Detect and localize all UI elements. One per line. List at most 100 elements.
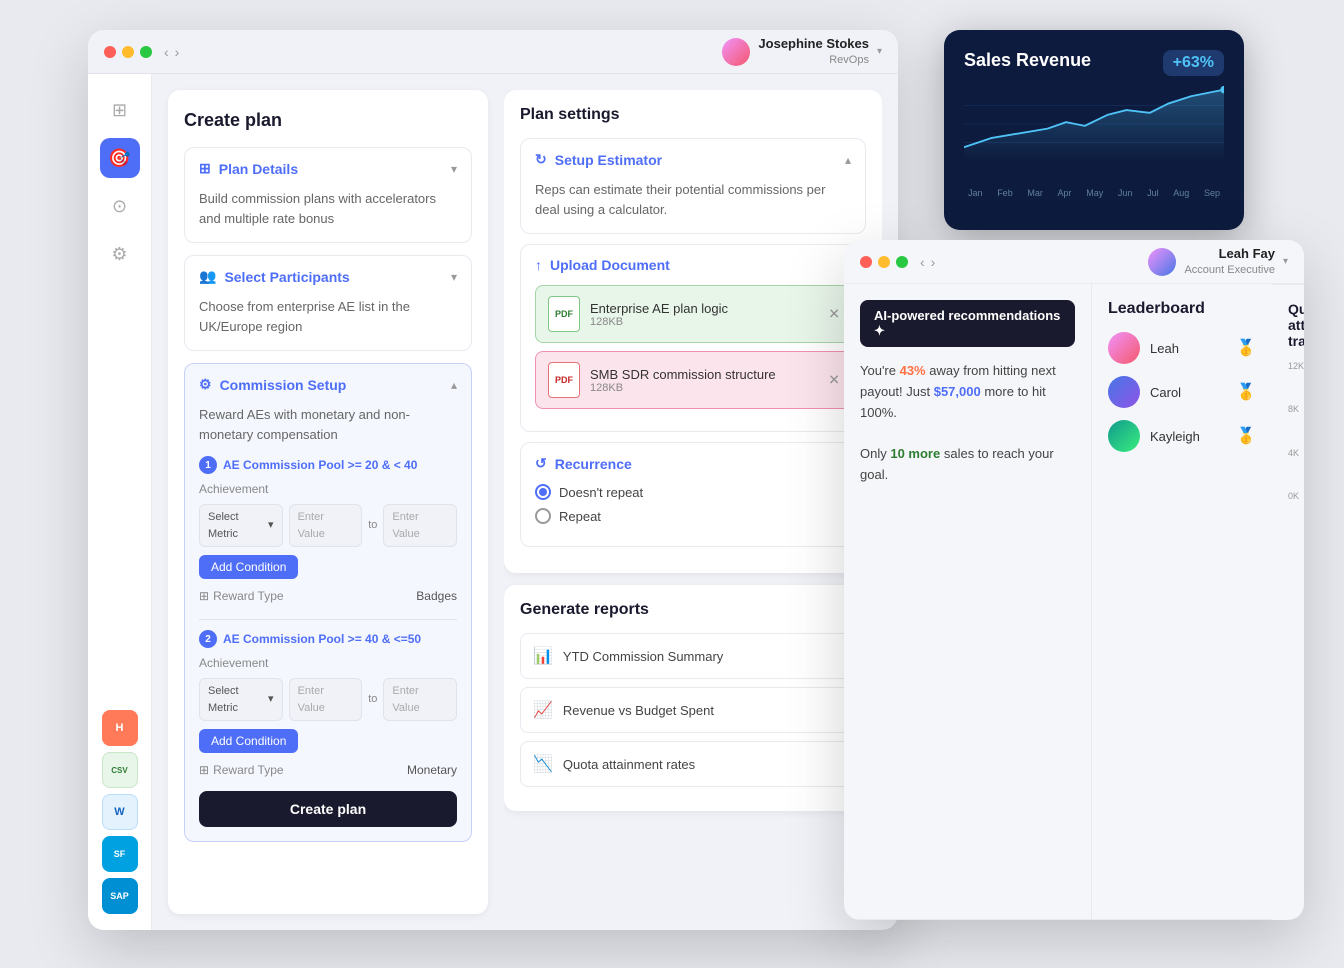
- month-jan: Jan: [968, 188, 983, 198]
- upload-header[interactable]: ↑ Upload Document ▴: [521, 245, 865, 285]
- enter-value-1b[interactable]: Enter Value: [383, 504, 457, 547]
- revenue-badge: +63%: [1163, 50, 1224, 76]
- lb-main: AI-powered recommendations ✦ You're 43% …: [844, 284, 1304, 920]
- lb-user-info: Leah Fay Account Executive ▾: [1148, 246, 1288, 277]
- estimator-body: Reps can estimate their potential commis…: [521, 180, 865, 233]
- upload-title: ↑ Upload Document: [535, 257, 670, 273]
- commission-title: ⚙ Commission Setup: [199, 376, 346, 393]
- lb-forward-icon[interactable]: ›: [931, 254, 936, 270]
- quota-title: Quota attainment tracker: [1288, 301, 1304, 349]
- report-revenue-label: Revenue vs Budget Spent: [563, 703, 714, 718]
- radio-doesnt-repeat-circle: [535, 484, 551, 500]
- file-size-2: 128KB: [590, 382, 776, 394]
- month-feb: Feb: [997, 188, 1013, 198]
- month-jun: Jun: [1118, 188, 1133, 198]
- enter-value-1a[interactable]: Enter Value: [289, 504, 363, 547]
- create-plan-button[interactable]: Create plan: [199, 791, 457, 827]
- accordion-plan-details: ⊞ Plan Details ▾ Build commission plans …: [184, 147, 472, 243]
- integration-hubspot[interactable]: H: [102, 710, 138, 746]
- recurrence-icon: ↺: [535, 455, 547, 472]
- recurrence-body: Doesn't repeat Repeat: [521, 484, 865, 546]
- back-arrow-icon[interactable]: ‹: [164, 44, 169, 60]
- recurrence-section: ↺ Recurrence ▴ Doesn't re: [520, 442, 866, 547]
- report-quota[interactable]: 📉 Quota attainment rates: [520, 741, 866, 787]
- remove-file-2-button[interactable]: ✕: [828, 372, 840, 389]
- upload-info-1: Enterprise AE plan logic 128KB: [590, 301, 728, 328]
- reward-left-2: ⊞ Reward Type: [199, 761, 284, 779]
- lb-minimize-button[interactable]: [878, 256, 890, 268]
- metric-select-1[interactable]: Select Metric ▾: [199, 504, 283, 547]
- sidebar-item-camera[interactable]: ⊙: [100, 186, 140, 226]
- lb-close-button[interactable]: [860, 256, 872, 268]
- remove-file-1-button[interactable]: ✕: [828, 306, 840, 323]
- to-label-1: to: [368, 517, 377, 534]
- report-revenue[interactable]: 📈 Revenue vs Budget Spent: [520, 687, 866, 733]
- sidebar-item-settings[interactable]: ⚙: [100, 234, 140, 274]
- chevron-down-icon: ▾: [877, 46, 882, 57]
- reward-value-2: Monetary: [407, 761, 457, 779]
- leaderboard-window: ‹ › Leah Fay Account Executive ▾ AI-powe…: [844, 240, 1304, 920]
- radio-repeat[interactable]: Repeat: [535, 508, 851, 524]
- radio-doesnt-repeat-label: Doesn't repeat: [559, 485, 643, 500]
- pdf-icon-2: PDF: [548, 362, 580, 398]
- minimize-button[interactable]: [122, 46, 134, 58]
- chart-labels: Jan Feb Mar Apr May Jun Jul Aug Sep: [964, 188, 1224, 198]
- close-button[interactable]: [104, 46, 116, 58]
- plan-details-body: Build commission plans with accelerators…: [185, 189, 471, 242]
- maximize-button[interactable]: [140, 46, 152, 58]
- lb-item-kayleigh: Kayleigh 🥇: [1108, 420, 1256, 452]
- forward-arrow-icon[interactable]: ›: [175, 44, 180, 60]
- left-panel: Create plan ⊞ Plan Details ▾ Build commi…: [168, 90, 488, 914]
- plan-details-chevron: ▾: [451, 162, 457, 176]
- commission-header[interactable]: ⚙ Commission Setup ▴: [185, 364, 471, 405]
- lb-item-carol: Carol 🥇: [1108, 376, 1256, 408]
- lb-avatar-kayleigh: [1108, 420, 1140, 452]
- lb-back-icon[interactable]: ‹: [920, 254, 925, 270]
- user-name: Josephine Stokes: [758, 36, 869, 53]
- add-condition-1-button[interactable]: Add Condition: [199, 555, 298, 579]
- sidebar-item-grid[interactable]: ⊞: [100, 90, 140, 130]
- enter-value-2b[interactable]: Enter Value: [383, 678, 457, 721]
- integration-salesforce[interactable]: SF: [102, 836, 138, 872]
- user-info: Josephine Stokes RevOps ▾: [722, 36, 882, 67]
- file-name-2: SMB SDR commission structure: [590, 367, 776, 382]
- ai-text: You're 43% away from hitting next payout…: [860, 361, 1075, 486]
- upload-document-section: ↑ Upload Document ▴ PDF Enterprise AE pl…: [520, 244, 866, 432]
- lb-user-name-block: Leah Fay Account Executive: [1184, 246, 1275, 277]
- avatar: [722, 38, 750, 66]
- metric-select-2[interactable]: Select Metric ▾: [199, 678, 283, 721]
- sidebar-integrations: H CSV W SF SAP: [102, 710, 138, 914]
- right-panel: Plan settings ↻ Setup Estimator ▴: [504, 90, 882, 914]
- lb-avatar-carol: [1108, 376, 1140, 408]
- commission-icon: ⚙: [199, 376, 212, 393]
- estimator-chevron: ▴: [845, 153, 851, 167]
- enter-value-2a[interactable]: Enter Value: [289, 678, 363, 721]
- ai-highlight-43: 43%: [900, 363, 926, 378]
- sidebar-item-target[interactable]: 🎯: [100, 138, 140, 178]
- reward-row-2: ⊞ Reward Type Monetary: [199, 761, 457, 779]
- titlebar: ‹ › Josephine Stokes RevOps ▾: [88, 30, 898, 74]
- participants-title: 👥 Select Participants: [199, 268, 350, 285]
- reward-value-1: Badges: [416, 587, 457, 605]
- integration-word[interactable]: W: [102, 794, 138, 830]
- accordion-participants: 👥 Select Participants ▾ Choose from ente…: [184, 255, 472, 351]
- lb-nav-arrows: ‹ ›: [920, 254, 935, 270]
- reward-row-1: ⊞ Reward Type Badges: [199, 587, 457, 605]
- integration-sap[interactable]: SAP: [102, 878, 138, 914]
- plan-details-header[interactable]: ⊞ Plan Details ▾: [185, 148, 471, 189]
- y-label-4k: 4K: [1288, 448, 1304, 458]
- lb-avatar: [1148, 248, 1176, 276]
- report-ytd[interactable]: 📊 YTD Commission Summary: [520, 633, 866, 679]
- add-condition-2-button[interactable]: Add Condition: [199, 729, 298, 753]
- pdf-icon-1: PDF: [548, 296, 580, 332]
- lb-maximize-button[interactable]: [896, 256, 908, 268]
- participants-header[interactable]: 👥 Select Participants ▾: [185, 256, 471, 297]
- reward-icon-2: ⊞: [199, 761, 209, 779]
- integration-csv[interactable]: CSV: [102, 752, 138, 788]
- radio-doesnt-repeat[interactable]: Doesn't repeat: [535, 484, 851, 500]
- main-content: Create plan ⊞ Plan Details ▾ Build commi…: [152, 74, 898, 930]
- lb-titlebar: ‹ › Leah Fay Account Executive ▾: [844, 240, 1304, 284]
- estimator-header[interactable]: ↻ Setup Estimator ▴: [521, 139, 865, 180]
- recurrence-header[interactable]: ↺ Recurrence ▴: [521, 443, 865, 484]
- month-aug: Aug: [1173, 188, 1189, 198]
